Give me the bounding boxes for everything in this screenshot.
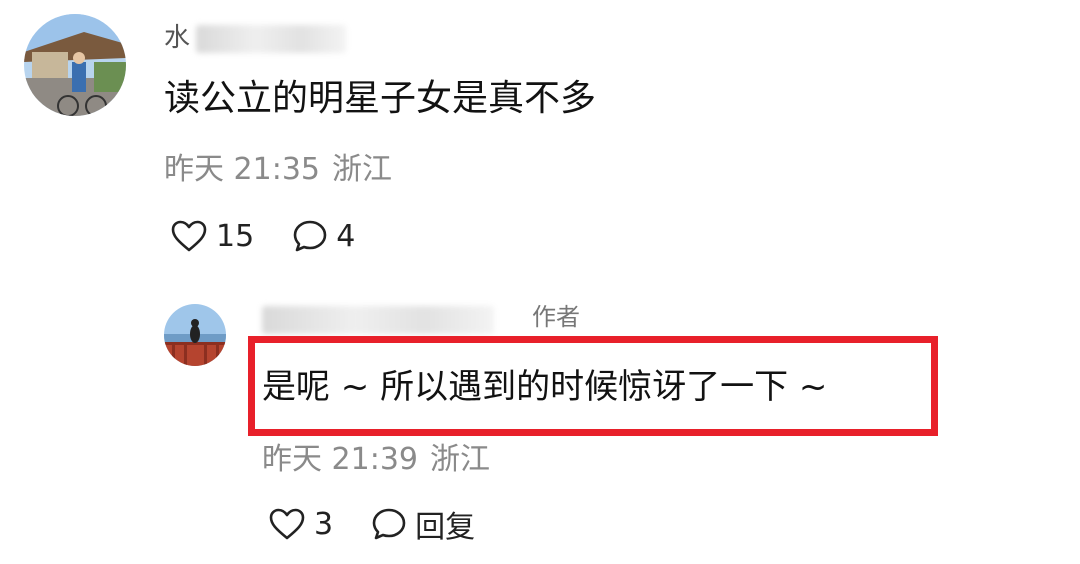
comment-meta: 昨天 21:35 浙江 xyxy=(164,150,392,190)
author-name[interactable] xyxy=(262,302,494,336)
like-button[interactable]: 3 xyxy=(268,507,333,542)
reply-button[interactable]: 回复 xyxy=(371,502,475,546)
name-blur-mask xyxy=(262,305,494,334)
commenter-name-visible: 水 xyxy=(164,23,191,53)
like-count: 15 xyxy=(216,218,255,254)
commenter-name[interactable]: 水 xyxy=(164,20,347,56)
reply-time: 昨天 21:39 xyxy=(262,442,418,477)
comment-bubble-icon xyxy=(372,508,406,540)
avatar-photo xyxy=(164,304,226,366)
author-badge: 作者 xyxy=(532,303,580,331)
reply-meta: 昨天 21:39 浙江 xyxy=(262,440,490,480)
like-button[interactable]: 15 xyxy=(170,219,254,254)
reply-actions: 3 回复 xyxy=(268,502,475,546)
comment-text: 读公立的明星子女是真不多 xyxy=(164,78,597,119)
heart-icon xyxy=(171,220,207,252)
reply-count: 4 xyxy=(336,218,356,254)
reply-text: 是呢 ~ 所以遇到的时候惊讶了一下 ~ xyxy=(262,367,828,407)
name-blur-mask xyxy=(196,24,347,53)
avatar-photo xyxy=(24,14,126,116)
author-avatar[interactable] xyxy=(164,304,226,366)
reply-label: 回复 xyxy=(415,510,476,545)
comment-bubble-icon xyxy=(293,220,327,252)
comment-time: 昨天 21:35 xyxy=(164,152,320,187)
reply-count-button[interactable]: 4 xyxy=(292,219,355,254)
comment-actions: 15 4 xyxy=(170,214,355,258)
commenter-avatar[interactable] xyxy=(24,14,126,116)
like-count: 3 xyxy=(314,506,334,542)
heart-icon xyxy=(269,508,305,540)
comment-location: 浙江 xyxy=(332,152,392,187)
reply-location: 浙江 xyxy=(430,442,490,477)
